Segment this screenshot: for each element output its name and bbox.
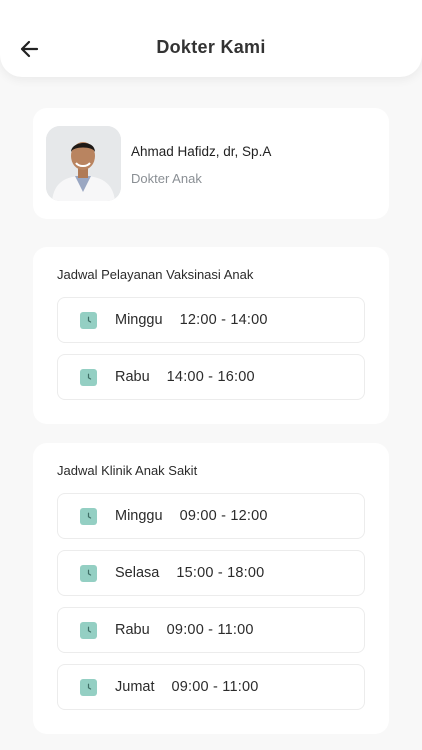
clock-icon (80, 311, 97, 329)
slot-time: 15:00 - 18:00 (176, 565, 265, 581)
slot-day: Minggu (115, 312, 163, 328)
slot-time: 09:00 - 11:00 (166, 622, 254, 638)
slot-time: 14:00 - 16:00 (166, 369, 255, 385)
schedule-slot[interactable]: Rabu 14:00 - 16:00 (57, 354, 365, 400)
doctor-card: Ahmad Hafidz, dr, Sp.A Dokter Anak (33, 108, 389, 219)
vaccination-schedule-card: Jadwal Pelayanan Vaksinasi Anak Minggu 1… (33, 247, 389, 424)
slot-day: Selasa (115, 565, 160, 581)
schedule-slot[interactable]: Selasa 15:00 - 18:00 (57, 550, 365, 596)
sick-clinic-schedule-title: Jadwal Klinik Anak Sakit (57, 463, 198, 478)
schedule-slot[interactable]: Minggu 09:00 - 12:00 (57, 493, 365, 539)
clock-icon (80, 368, 97, 386)
slot-day: Rabu (115, 622, 150, 638)
app-header: Dokter Kami (0, 0, 422, 77)
avatar (46, 126, 121, 201)
schedule-slot[interactable]: Rabu 09:00 - 11:00 (57, 607, 365, 653)
schedule-slot[interactable]: Jumat 09:00 - 11:00 (57, 664, 365, 710)
slot-time: 09:00 - 12:00 (179, 508, 268, 524)
doctor-specialty: Dokter Anak (131, 171, 202, 186)
doctor-photo (46, 126, 121, 201)
slot-time: 09:00 - 11:00 (171, 679, 259, 695)
sick-clinic-schedule-card: Jadwal Klinik Anak Sakit Minggu 09:00 - … (33, 443, 389, 734)
clock-icon (80, 564, 97, 582)
clock-icon (80, 507, 97, 525)
page-title: Dokter Kami (156, 37, 266, 57)
slot-day: Rabu (115, 369, 150, 385)
vaccination-schedule-title: Jadwal Pelayanan Vaksinasi Anak (57, 267, 254, 282)
clock-icon (80, 621, 97, 639)
slot-day: Minggu (115, 508, 163, 524)
doctor-name: Ahmad Hafidz, dr, Sp.A (131, 144, 272, 159)
clock-icon (80, 678, 97, 696)
slot-day: Jumat (115, 679, 155, 695)
schedule-slot[interactable]: Minggu 12:00 - 14:00 (57, 297, 365, 343)
slot-time: 12:00 - 14:00 (179, 312, 268, 328)
